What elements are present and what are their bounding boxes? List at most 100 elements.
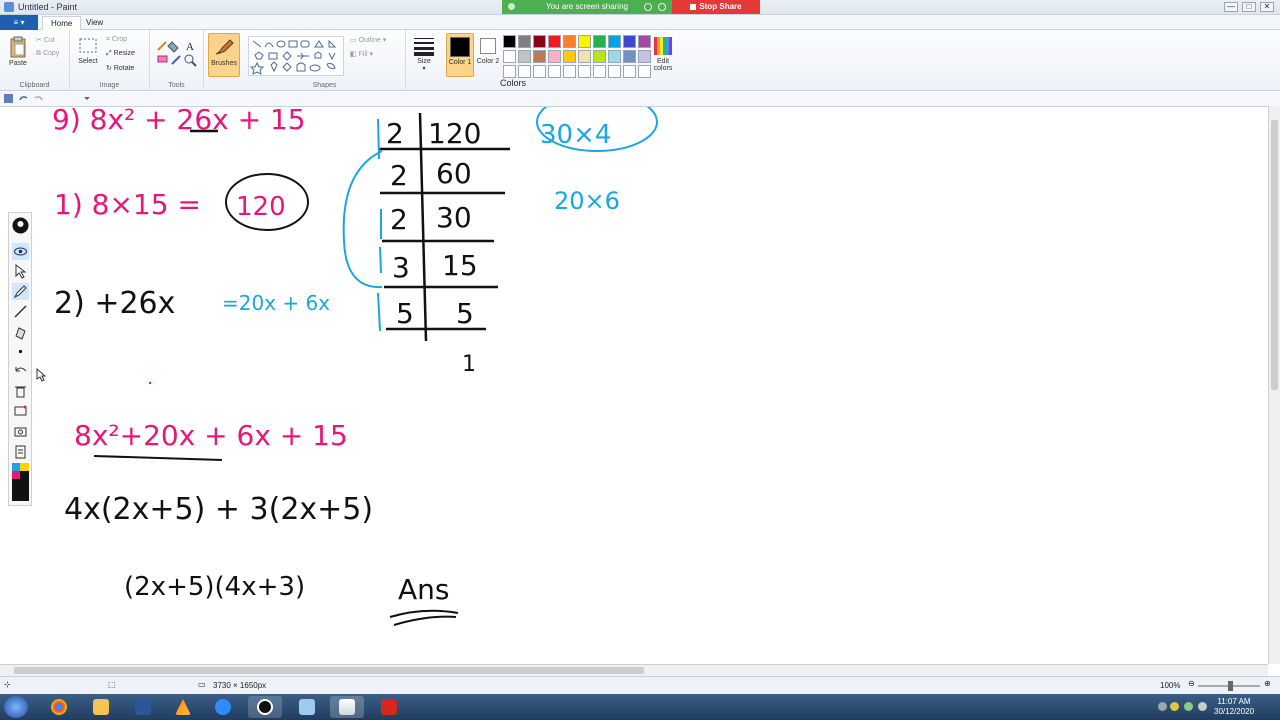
palette-swatch[interactable]: [563, 35, 576, 48]
brushes-button[interactable]: Brushes: [208, 33, 240, 77]
redo-icon[interactable]: [34, 96, 43, 101]
palette-swatch[interactable]: [563, 65, 576, 78]
minimize-button[interactable]: —: [1224, 2, 1238, 12]
zoom-in-button[interactable]: ⊕: [1264, 679, 1271, 688]
size-button[interactable]: Size ▾: [410, 36, 438, 72]
color1-button[interactable]: Color 1: [446, 33, 474, 77]
palette-swatch[interactable]: [593, 65, 606, 78]
tray-arrow-icon[interactable]: [1158, 702, 1167, 711]
tab-home[interactable]: Home: [42, 16, 82, 30]
close-button[interactable]: ✕: [1260, 2, 1274, 12]
select-button[interactable]: Select: [76, 36, 100, 65]
dot-size-icon[interactable]: [12, 343, 29, 360]
taskbar-notepad[interactable]: [290, 696, 324, 718]
tray-network-icon[interactable]: [1170, 702, 1179, 711]
paint-app-icon[interactable]: [4, 2, 14, 12]
copy-button[interactable]: ⧉ Copy: [36, 50, 59, 58]
taskbar-word[interactable]: [126, 696, 160, 718]
share-settings-icon[interactable]: [658, 3, 666, 11]
palette-swatch[interactable]: [503, 65, 516, 78]
taskbar-annotation-app[interactable]: [248, 696, 282, 718]
palette-swatch[interactable]: [518, 35, 531, 48]
palette-swatch[interactable]: [503, 35, 516, 48]
cut-button[interactable]: ✂ Cut: [36, 36, 55, 44]
palette-swatch[interactable]: [518, 50, 531, 63]
pencil-icon[interactable]: [157, 41, 167, 51]
undo-annotation-icon[interactable]: [12, 363, 29, 380]
palette-swatch[interactable]: [593, 50, 606, 63]
eye-icon[interactable]: [12, 243, 29, 260]
outline-dropdown[interactable]: ▭ Outline ▾: [350, 36, 386, 44]
text-icon[interactable]: A: [186, 41, 194, 53]
palette-swatch[interactable]: [623, 35, 636, 48]
magnifier-icon[interactable]: [184, 54, 197, 67]
color-swatches-icon[interactable]: [12, 463, 29, 503]
taskbar-vlc[interactable]: [166, 696, 200, 718]
palette-swatch[interactable]: [518, 65, 531, 78]
cursor-icon[interactable]: [12, 263, 29, 280]
palette-swatch[interactable]: [593, 35, 606, 48]
palette-swatch[interactable]: [578, 50, 591, 63]
fill-icon[interactable]: [167, 41, 179, 53]
color-picker-icon[interactable]: [171, 55, 181, 65]
eraser-icon[interactable]: [157, 55, 168, 63]
palette-swatch[interactable]: [608, 50, 621, 63]
tab-view[interactable]: View: [78, 16, 111, 30]
highlighter-icon[interactable]: [12, 323, 29, 340]
maximize-button[interactable]: □: [1242, 2, 1256, 12]
pen-icon[interactable]: [12, 283, 29, 300]
line-icon[interactable]: [12, 303, 29, 320]
palette-swatch[interactable]: [533, 35, 546, 48]
palette-swatch[interactable]: [533, 50, 546, 63]
zoom-slider-thumb[interactable]: [1228, 681, 1233, 691]
horizontal-scroll-thumb[interactable]: [14, 667, 644, 674]
file-menu-button[interactable]: ≡ ▾: [0, 15, 38, 30]
vertical-scrollbar[interactable]: [1268, 106, 1280, 664]
clipboard-tool-icon[interactable]: [12, 443, 29, 460]
rotate-button[interactable]: ↻ Rotate: [106, 64, 134, 72]
camera-icon[interactable]: [12, 423, 29, 440]
palette-swatch[interactable]: [548, 35, 561, 48]
save-icon[interactable]: [4, 94, 13, 103]
trash-icon[interactable]: [12, 383, 29, 400]
palette-swatch[interactable]: [563, 50, 576, 63]
pause-share-icon[interactable]: [644, 3, 652, 11]
horizontal-scrollbar[interactable]: [0, 664, 1268, 676]
edit-colors-button[interactable]: Edit colors: [648, 36, 678, 72]
undo-icon[interactable]: [19, 96, 28, 101]
customize-toolbar-icon[interactable]: [84, 97, 90, 100]
division-values: 2 120 2 60 2 30 3 15 5 5 1: [386, 117, 481, 377]
app-logo-icon[interactable]: [12, 217, 29, 234]
taskbar-acrobat[interactable]: [372, 696, 406, 718]
vertical-scroll-thumb[interactable]: [1271, 120, 1278, 390]
shapes-gallery[interactable]: [248, 36, 344, 76]
start-button[interactable]: [4, 696, 28, 718]
palette-swatch[interactable]: [578, 65, 591, 78]
resize-button[interactable]: ⤢ Resize: [106, 50, 135, 58]
paste-button[interactable]: Paste: [6, 36, 30, 67]
palette-swatch[interactable]: [533, 65, 546, 78]
palette-swatch[interactable]: [548, 50, 561, 63]
zoom-out-button[interactable]: ⊖: [1188, 679, 1195, 688]
drawing-canvas[interactable]: 9) 8x² + 26x + 15 1) 8×15 = 120 2) +26x …: [0, 106, 1268, 664]
palette-swatch[interactable]: [578, 35, 591, 48]
taskbar-paint[interactable]: [330, 696, 364, 718]
stop-share-button[interactable]: Stop Share: [672, 0, 760, 14]
taskbar-chrome[interactable]: [42, 696, 76, 718]
tray-volume-icon[interactable]: [1198, 702, 1207, 711]
palette-swatch[interactable]: [608, 35, 621, 48]
tray-zoom-icon[interactable]: [1184, 702, 1193, 711]
fill-dropdown[interactable]: ◧ Fill ▾: [350, 50, 373, 58]
palette-swatch[interactable]: [623, 50, 636, 63]
palette-swatch[interactable]: [608, 65, 621, 78]
palette-swatch[interactable]: [623, 65, 636, 78]
zoom-slider[interactable]: [1198, 681, 1260, 691]
crop-button[interactable]: ⌗ Crop: [106, 36, 127, 44]
color2-button[interactable]: Color 2: [476, 33, 500, 77]
whiteboard-icon[interactable]: [12, 403, 29, 420]
palette-swatch[interactable]: [548, 65, 561, 78]
palette-swatch[interactable]: [503, 50, 516, 63]
taskbar-explorer[interactable]: [84, 696, 118, 718]
taskbar-zoom[interactable]: [206, 696, 240, 718]
taskbar-clock[interactable]: 11:07 AM 30/12/2020: [1214, 697, 1254, 717]
